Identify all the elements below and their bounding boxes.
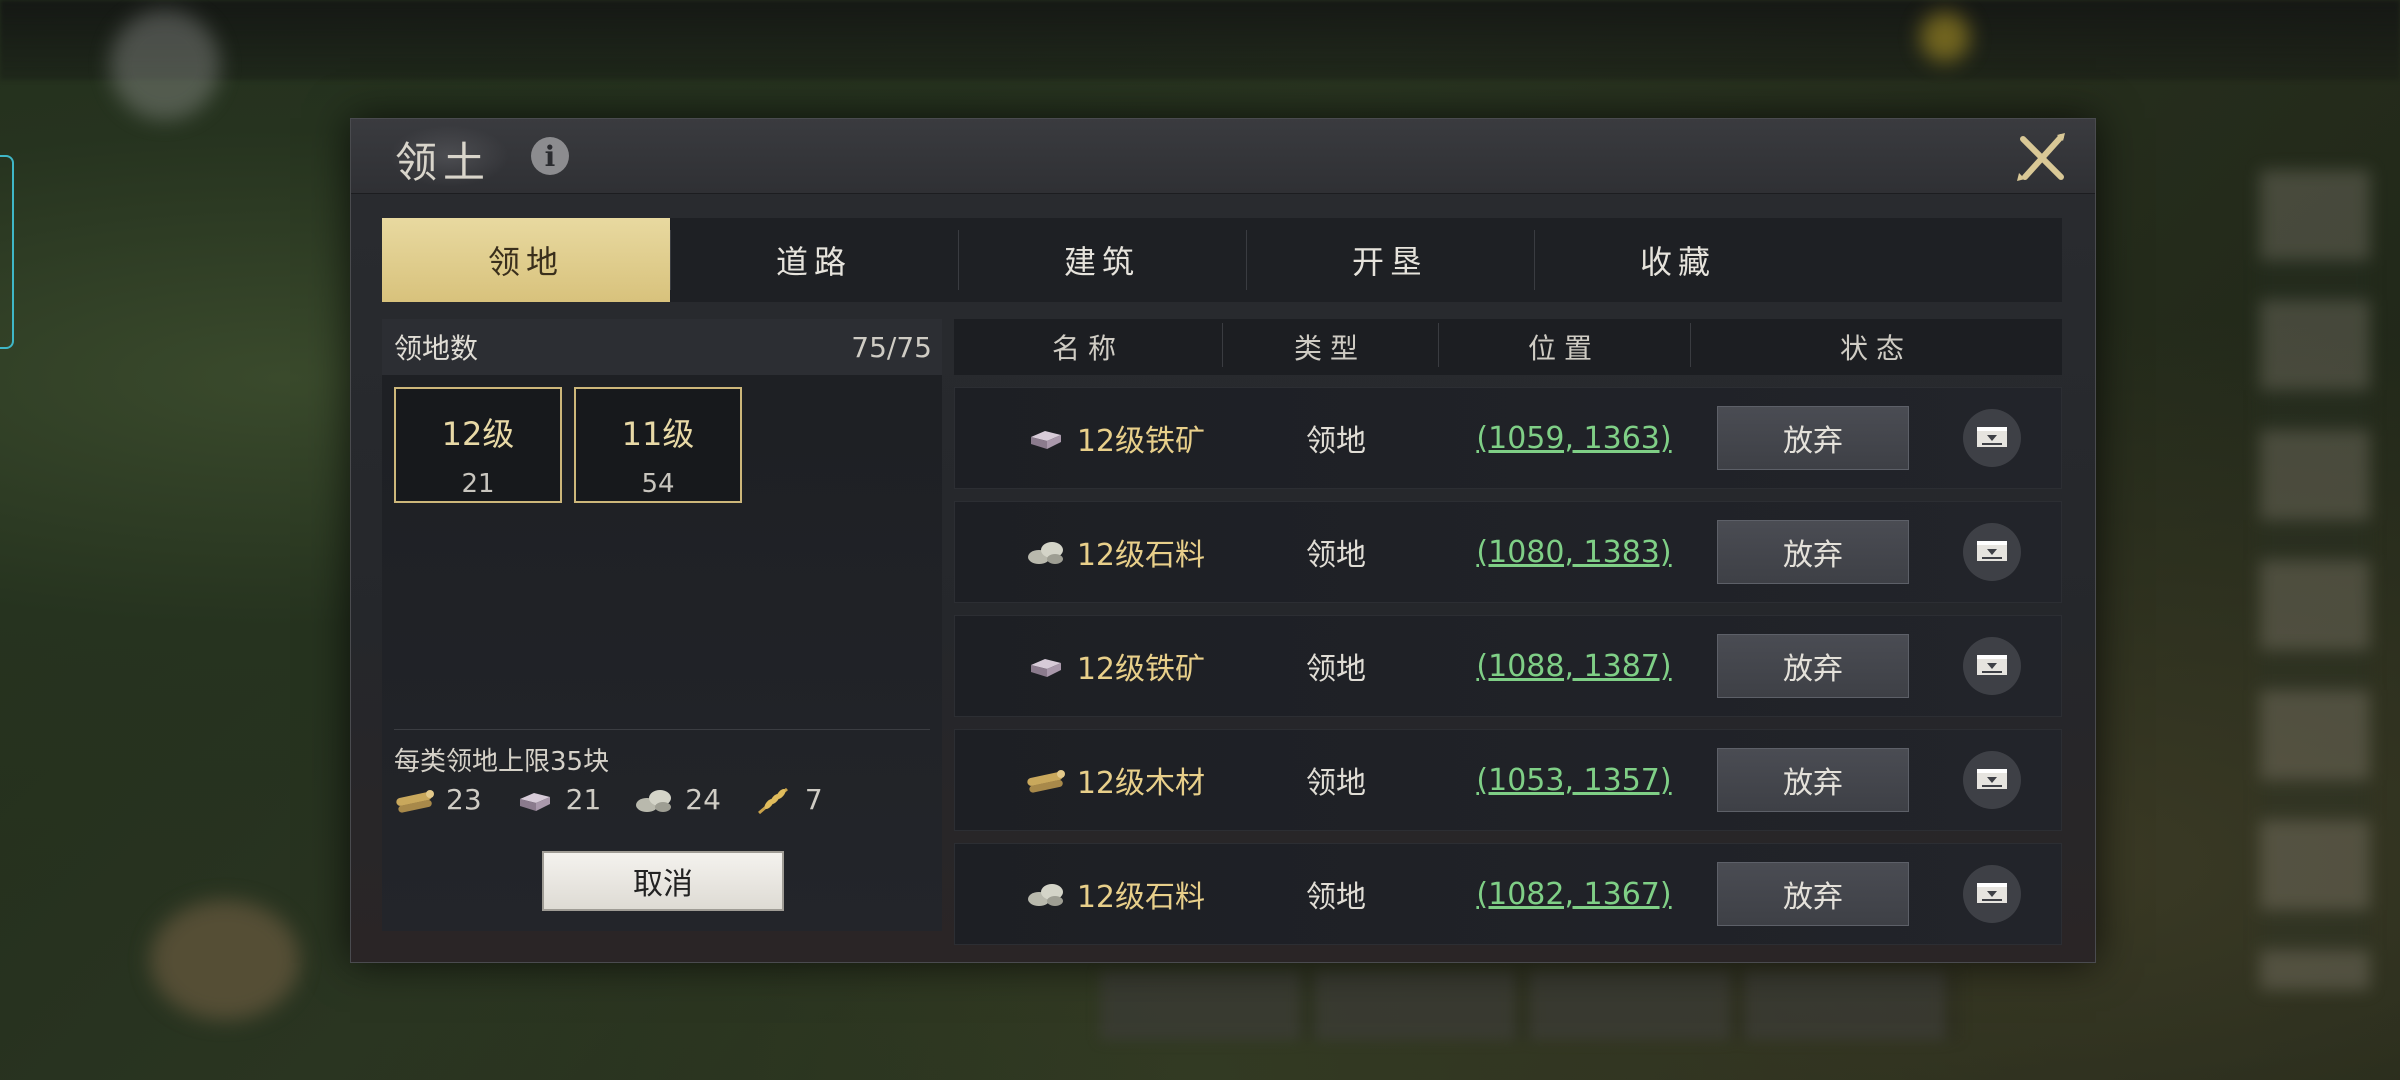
table-row: 12级铁矿 领地 (1059, 1363) 放弃 bbox=[954, 387, 2062, 489]
territory-coordinates-link[interactable]: (1059, 1363) bbox=[1449, 421, 1699, 456]
resource-counts: 23 21 24 7 bbox=[394, 783, 855, 816]
bookmark-icon bbox=[1977, 655, 2007, 675]
bookmark-button[interactable] bbox=[1963, 865, 2021, 923]
territory-dialog: 领土 i 领地 道路 建筑 开垦 收藏 领地数 75/75 12级 21 11级 bbox=[350, 118, 2096, 963]
column-header-type: 类型 bbox=[1222, 323, 1438, 367]
tab-roads[interactable]: 道路 bbox=[670, 218, 958, 302]
territory-name: 12级铁矿 bbox=[1076, 652, 1205, 687]
territory-type: 领地 bbox=[1306, 424, 1366, 459]
resource-value: 7 bbox=[804, 783, 823, 816]
background-left-edge bbox=[0, 155, 14, 349]
tab-bar: 领地 道路 建筑 开垦 收藏 bbox=[382, 218, 2062, 302]
summary-header: 领地数 75/75 bbox=[382, 319, 942, 375]
cell-name: 12级石料 bbox=[955, 872, 1223, 916]
column-header-name: 名称 bbox=[1051, 332, 1124, 365]
resource-stone: 24 bbox=[633, 783, 721, 816]
territory-count: 75/75 bbox=[851, 330, 932, 364]
background-bottom-bar bbox=[1100, 970, 1960, 1040]
cell-name: 12级石料 bbox=[955, 530, 1223, 574]
table-row: 12级木材 领地 (1053, 1357) 放弃 bbox=[954, 729, 2062, 831]
stone-icon bbox=[1027, 884, 1063, 906]
territory-name: 12级石料 bbox=[1076, 538, 1205, 573]
bookmark-icon bbox=[1977, 427, 2007, 447]
cell-name: 12级铁矿 bbox=[955, 644, 1223, 688]
territory-type: 领地 bbox=[1306, 766, 1366, 801]
column-header-status: 状态 bbox=[1690, 323, 2062, 367]
stone-icon bbox=[1027, 542, 1063, 564]
territory-count-label: 领地数 bbox=[394, 332, 479, 365]
level-count: 54 bbox=[641, 469, 675, 499]
resource-wood: 23 bbox=[394, 783, 482, 816]
bookmark-button[interactable] bbox=[1963, 751, 2021, 809]
table-row: 12级铁矿 领地 (1088, 1387) 放弃 bbox=[954, 615, 2062, 717]
abandon-button[interactable]: 放弃 bbox=[1717, 862, 1909, 926]
tab-buildings[interactable]: 建筑 bbox=[958, 218, 1246, 302]
bookmark-button[interactable] bbox=[1963, 637, 2021, 695]
background-coin bbox=[1920, 12, 1970, 62]
column-header-position: 位置 bbox=[1438, 323, 1690, 367]
tab-territory[interactable]: 领地 bbox=[382, 218, 670, 302]
background-sidebar bbox=[2260, 170, 2370, 990]
level-filter-card[interactable]: 11级 54 bbox=[574, 387, 742, 503]
cell-name: 12级铁矿 bbox=[955, 416, 1223, 460]
iron-ore-icon bbox=[519, 792, 550, 811]
wood-icon bbox=[396, 789, 434, 813]
territory-type: 领地 bbox=[1306, 880, 1366, 915]
abandon-button[interactable]: 放弃 bbox=[1717, 634, 1909, 698]
territory-coordinates-link[interactable]: (1088, 1387) bbox=[1449, 649, 1699, 684]
territory-coordinates-link[interactable]: (1080, 1383) bbox=[1449, 535, 1699, 570]
bookmark-icon bbox=[1977, 883, 2007, 903]
territory-name: 12级铁矿 bbox=[1076, 424, 1205, 459]
resource-value: 23 bbox=[446, 783, 482, 816]
summary-panel: 领地数 75/75 12级 21 11级 54 每类领地上限35块 23 21 … bbox=[382, 319, 942, 931]
cell-name: 12级木材 bbox=[955, 758, 1223, 802]
territory-name: 12级石料 bbox=[1076, 880, 1205, 915]
info-icon[interactable]: i bbox=[531, 137, 569, 175]
grain-icon bbox=[757, 787, 788, 814]
dialog-header: 领土 i bbox=[351, 119, 2095, 194]
table-header: 名称 类型 位置 状态 bbox=[954, 319, 2062, 375]
stone-icon bbox=[636, 789, 672, 812]
resource-iron: 21 bbox=[514, 783, 602, 816]
table-row: 12级石料 领地 (1082, 1367) 放弃 bbox=[954, 843, 2062, 945]
level-filter-card[interactable]: 12级 21 bbox=[394, 387, 562, 503]
territory-type: 领地 bbox=[1306, 652, 1366, 687]
territory-name: 12级木材 bbox=[1076, 766, 1205, 801]
resource-value: 24 bbox=[685, 783, 721, 816]
tab-reclaim[interactable]: 开垦 bbox=[1246, 218, 1534, 302]
iron-ore-icon bbox=[1030, 659, 1061, 677]
bookmark-icon bbox=[1977, 541, 2007, 561]
bookmark-button[interactable] bbox=[1963, 523, 2021, 581]
background-avatar bbox=[110, 10, 220, 120]
close-icon[interactable] bbox=[2013, 127, 2073, 187]
territory-coordinates-link[interactable]: (1082, 1367) bbox=[1449, 877, 1699, 912]
abandon-button[interactable]: 放弃 bbox=[1717, 406, 1909, 470]
territory-list: 12级铁矿 领地 (1059, 1363) 放弃 12级石料 领地 (1080,… bbox=[954, 387, 2062, 957]
wood-icon bbox=[1027, 770, 1065, 793]
level-label: 11级 bbox=[621, 415, 695, 453]
dialog-title: 领土 bbox=[395, 138, 492, 187]
level-count: 21 bbox=[461, 469, 495, 499]
background-hud bbox=[0, 0, 2400, 80]
background-hut bbox=[150, 900, 300, 1020]
bookmark-icon bbox=[1977, 769, 2007, 789]
abandon-button[interactable]: 放弃 bbox=[1717, 748, 1909, 812]
divider bbox=[394, 729, 930, 730]
level-label: 12级 bbox=[441, 415, 515, 453]
bookmark-button[interactable] bbox=[1963, 409, 2021, 467]
territory-type: 领地 bbox=[1306, 538, 1366, 573]
territory-limit-text: 每类领地上限35块 bbox=[394, 747, 610, 777]
resource-grain: 7 bbox=[753, 783, 823, 816]
table-row: 12级石料 领地 (1080, 1383) 放弃 bbox=[954, 501, 2062, 603]
resource-value: 21 bbox=[565, 783, 602, 816]
cancel-button[interactable]: 取消 bbox=[542, 851, 784, 911]
tab-favorites[interactable]: 收藏 bbox=[1534, 218, 1822, 302]
abandon-button[interactable]: 放弃 bbox=[1717, 520, 1909, 584]
iron-ore-icon bbox=[1030, 431, 1061, 449]
territory-coordinates-link[interactable]: (1053, 1357) bbox=[1449, 763, 1699, 798]
